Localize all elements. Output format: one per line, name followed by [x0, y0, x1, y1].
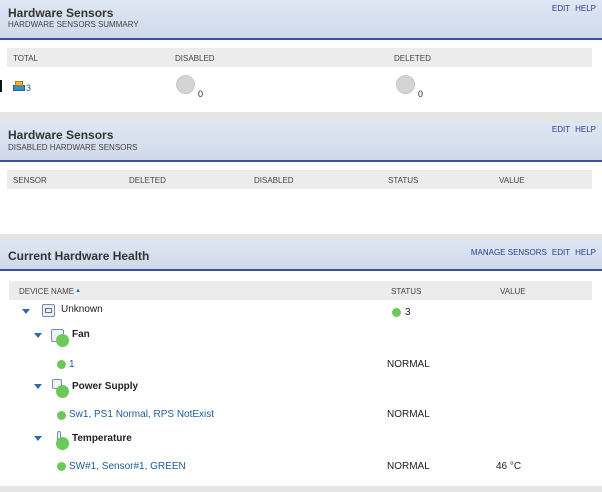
summary-table-header: TOTAL DISABLED DELETED	[7, 48, 592, 67]
status-ok-icon	[57, 411, 66, 420]
disabled-count: 0	[198, 89, 204, 99]
panel-actions: EDIT HELP	[552, 125, 596, 134]
collapse-device-toggle[interactable]	[22, 309, 30, 314]
col-status: STATUS	[388, 176, 419, 185]
hardware-health-panel: Current Hardware Health MANAGE SENSORS E…	[0, 240, 602, 486]
col-deleted: DELETED	[129, 176, 166, 185]
status-ok-icon	[57, 462, 66, 471]
col-status: STATUS	[391, 287, 422, 296]
sensor-power-1-status: NORMAL	[387, 409, 430, 420]
col-sensor: SENSOR	[13, 176, 47, 185]
help-link[interactable]: HELP	[575, 125, 596, 134]
sensor-temp-1-link[interactable]: SW#1, Sensor#1, GREEN	[69, 461, 186, 472]
sensor-temp-1-value: 46 °C	[496, 461, 522, 472]
status-ok-icon	[56, 437, 69, 450]
panel-title: Hardware Sensors	[8, 128, 114, 142]
panel-actions: MANAGE SENSORS EDIT HELP	[471, 248, 596, 257]
col-disabled: DISABLED	[175, 54, 215, 63]
row-marker	[0, 80, 2, 92]
col-value: VALUE	[499, 176, 525, 185]
device-status-count: 3	[405, 307, 411, 318]
help-link[interactable]: HELP	[575, 248, 596, 257]
help-link[interactable]: HELP	[575, 4, 596, 13]
col-total: TOTAL	[13, 54, 39, 63]
sort-asc-icon[interactable]: ▲	[75, 288, 81, 294]
status-ok-icon	[56, 385, 69, 398]
manage-sensors-link[interactable]: MANAGE SENSORS	[471, 248, 547, 257]
deleted-count: 0	[418, 89, 424, 99]
status-ok-icon	[56, 334, 69, 347]
edit-link[interactable]: EDIT	[552, 4, 570, 13]
health-panel-header: Current Hardware Health MANAGE SENSORS E…	[0, 240, 602, 271]
panel-subtitle: HARDWARE SENSORS SUMMARY	[8, 20, 139, 29]
disabled-sensors-panel: Hardware Sensors DISABLED HARDWARE SENSO…	[0, 121, 602, 234]
summary-panel-header: Hardware Sensors HARDWARE SENSORS SUMMAR…	[0, 0, 602, 40]
sensor-temp-1-status: NORMAL	[387, 461, 430, 472]
disabled-panel-header: Hardware Sensors DISABLED HARDWARE SENSO…	[0, 121, 602, 162]
sensor-fan-1-link[interactable]: 1	[69, 359, 75, 370]
deleted-circle-icon	[396, 75, 415, 94]
health-table-header: DEVICE NAME ▲ STATUS VALUE	[9, 281, 592, 300]
col-disabled: DISABLED	[254, 176, 294, 185]
device-icon	[42, 304, 55, 317]
disabled-table-header: SENSOR DELETED DISABLED STATUS VALUE	[7, 170, 592, 189]
panel-title: Current Hardware Health	[8, 249, 150, 263]
status-ok-icon	[392, 308, 401, 317]
edit-link[interactable]: EDIT	[552, 248, 570, 257]
col-device-name[interactable]: DEVICE NAME	[19, 287, 74, 296]
sensor-fan-1-status: NORMAL	[387, 359, 430, 370]
collapse-temperature-toggle[interactable]	[34, 436, 42, 441]
group-power-supply-label: Power Supply	[72, 381, 139, 392]
sensor-power-1-link[interactable]: Sw1, PS1 Normal, RPS NotExist	[69, 409, 214, 420]
col-value: VALUE	[500, 287, 526, 296]
col-deleted: DELETED	[394, 54, 431, 63]
device-name[interactable]: Unknown	[61, 304, 103, 315]
group-fan-label: Fan	[72, 329, 90, 340]
group-temperature-label: Temperature	[72, 433, 132, 444]
panel-title: Hardware Sensors	[8, 6, 114, 20]
panel-actions: EDIT HELP	[552, 4, 596, 13]
panel-subtitle: DISABLED HARDWARE SENSORS	[8, 143, 138, 152]
collapse-fan-toggle[interactable]	[34, 333, 42, 338]
disabled-circle-icon	[176, 75, 195, 94]
collapse-power-toggle[interactable]	[34, 384, 42, 389]
summary-panel: Hardware Sensors HARDWARE SENSORS SUMMAR…	[0, 0, 602, 112]
sensors-icon	[13, 81, 25, 91]
total-count[interactable]: 3	[26, 83, 31, 93]
status-ok-icon	[57, 360, 66, 369]
edit-link[interactable]: EDIT	[552, 125, 570, 134]
